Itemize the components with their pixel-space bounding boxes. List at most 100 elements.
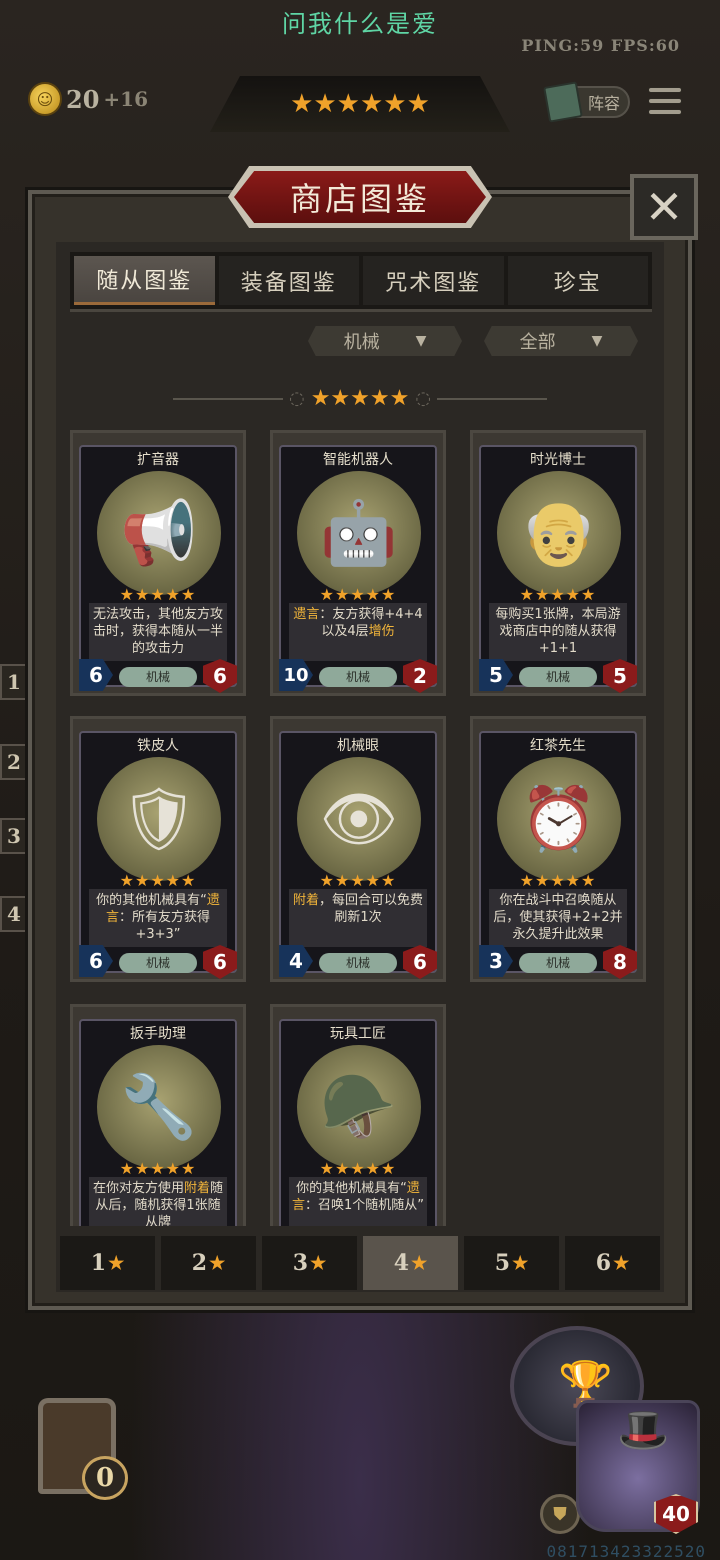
- minion-card[interactable]: 铁皮人 🛡 ★★★★★ 你的其他机械具有“遗言：所有友方获得+3+3” 6 机械…: [70, 716, 246, 982]
- card-description: 遗言：友方获得+4+4以及4层增伤: [289, 603, 427, 661]
- tavern-tier-bar: ★★★★★★: [210, 76, 510, 132]
- close-button[interactable]: ✕: [630, 174, 698, 240]
- codex-title-plate: 商店图鉴: [228, 166, 492, 228]
- card-name: 智能机器人: [323, 452, 393, 468]
- card-name: 玩具工匠: [330, 1026, 386, 1042]
- minion-card[interactable]: 智能机器人 🤖 ★★★★★ 遗言：友方获得+4+4以及4层增伤 10 机械 2: [270, 430, 446, 696]
- user-id: 081713423322520: [546, 1542, 706, 1560]
- tribe-filter-dropdown[interactable]: 机械 ▼: [308, 326, 462, 356]
- tab-minions[interactable]: 随从图鉴: [74, 256, 215, 305]
- all-filter-value: 全部: [519, 332, 556, 353]
- minion-card[interactable]: 红茶先生 ⏰ ★★★★★ 你在战斗中召唤随从后，使其获得+2+2并永久提升此效果…: [470, 716, 646, 982]
- card-art: 👁: [297, 757, 421, 881]
- coin-income: +16: [103, 87, 148, 111]
- card-art: ⏰: [497, 757, 621, 881]
- tribe-tag: 机械: [519, 667, 597, 687]
- star-tab-3[interactable]: 3 ★: [262, 1236, 357, 1290]
- card-name: 铁皮人: [137, 738, 179, 754]
- tier-stars: ★★★★★★: [290, 89, 430, 119]
- tin-man-icon: 🛡: [119, 782, 199, 855]
- chevron-down-icon: ▼: [591, 333, 603, 349]
- card-description: 附着，每回合可以免费刷新1次: [289, 889, 427, 947]
- card-name: 扩音器: [137, 452, 179, 468]
- chest-count: 0: [82, 1456, 128, 1500]
- codex-title: 商店图鉴: [289, 180, 430, 218]
- health-badge: 6: [203, 945, 237, 979]
- card-description: 在你对友方使用附着随从后，随机获得1张随从牌: [89, 1177, 227, 1226]
- side-slot-bar: 1 2 3 4: [0, 660, 28, 1240]
- side-slot[interactable]: 4: [0, 896, 28, 932]
- card-description: 你在战斗中召唤随从后，使其获得+2+2并永久提升此效果: [489, 889, 627, 947]
- minion-card[interactable]: 玩具工匠 🪖 ★★★★★ 你的其他机械具有“遗言：召唤1个随机随从”: [270, 1004, 446, 1226]
- shield-icon[interactable]: ⛊: [540, 1494, 580, 1534]
- divider: [437, 397, 548, 400]
- card-art: 🔧: [97, 1045, 221, 1169]
- star-tab-4[interactable]: 4 ★: [363, 1236, 458, 1290]
- star-icon: ★: [613, 1252, 630, 1274]
- treasure-chest-button[interactable]: 0: [8, 1398, 148, 1508]
- tab-spells[interactable]: 咒术图鉴: [363, 256, 504, 305]
- side-slot[interactable]: 3: [0, 818, 28, 854]
- menu-icon[interactable]: [648, 84, 682, 118]
- card-art: 📢: [97, 471, 221, 595]
- minion-card[interactable]: 扩音器 📢 ★★★★★ 无法攻击，其他友方攻击时，获得本随从一半的攻击力 6 机…: [70, 430, 246, 696]
- card-stars: ★★★★★: [119, 871, 197, 890]
- star-tab-6[interactable]: 6 ★: [565, 1236, 660, 1290]
- side-slot[interactable]: 2: [0, 744, 28, 780]
- book-icon: [543, 81, 583, 123]
- tribe-tag: 机械: [119, 667, 197, 687]
- codex-tabs: 随从图鉴 装备图鉴 咒术图鉴 珍宝: [70, 252, 652, 312]
- card-description: 你的其他机械具有“遗言：召唤1个随机随从”: [289, 1177, 427, 1226]
- lineup-label: 阵容: [587, 94, 620, 113]
- star-tab-2[interactable]: 2 ★: [161, 1236, 256, 1290]
- star-tier-tabs: 1 ★ 2 ★ 3 ★ 4 ★ 5 ★ 6 ★: [56, 1236, 664, 1290]
- player-title: 问我什么是爱: [282, 10, 438, 38]
- tab-treasures[interactable]: 珍宝: [507, 256, 648, 305]
- health-badge: 2: [403, 659, 437, 693]
- card-name: 时光博士: [530, 452, 586, 468]
- tribe-filter-value: 机械: [343, 332, 380, 353]
- lineup-button[interactable]: 阵容: [543, 81, 630, 123]
- star-icon: ★: [108, 1252, 125, 1274]
- tribe-tag: 机械: [319, 953, 397, 973]
- star-tab-5[interactable]: 5 ★: [464, 1236, 559, 1290]
- ping-fps-readout: PING:59 FPS:60: [521, 36, 680, 55]
- star-icon: ★: [411, 1252, 428, 1274]
- minion-card[interactable]: 扳手助理 🔧 ★★★★★ 在你对友方使用附着随从后，随机获得1张随从牌: [70, 1004, 246, 1226]
- card-stars: ★★★★★: [319, 1159, 397, 1178]
- star-icon: ★: [310, 1252, 327, 1274]
- health-badge: 8: [603, 945, 637, 979]
- minion-card[interactable]: 时光博士 👴 ★★★★★ 每购买1张牌，本局游戏商店中的随从获得+1+1 5 机…: [470, 430, 646, 696]
- tab-equipment[interactable]: 装备图鉴: [218, 256, 359, 305]
- health-badge: 6: [203, 659, 237, 693]
- star-icon: ★: [512, 1252, 529, 1274]
- card-art: 👴: [497, 471, 621, 595]
- card-name: 扳手助理: [130, 1026, 186, 1042]
- divider: [172, 397, 283, 400]
- robot-icon: 🤖: [320, 496, 398, 569]
- swirl-icon: ◌: [288, 388, 305, 409]
- card-stars: ★★★★★: [119, 585, 197, 604]
- card-stars: ★★★★★: [119, 1159, 197, 1178]
- minion-card[interactable]: 机械眼 👁 ★★★★★ 附着，每回合可以免费刷新1次 4 机械 6: [270, 716, 446, 982]
- health-badge: 5: [603, 659, 637, 693]
- tribe-tag: 机械: [319, 667, 397, 687]
- card-stars: ★★★★★: [519, 585, 597, 604]
- side-slot[interactable]: 1: [0, 664, 28, 700]
- swirl-icon: ◌: [415, 388, 432, 409]
- close-icon: ✕: [644, 180, 684, 234]
- tribe-tag: 机械: [119, 953, 197, 973]
- card-stars: ★★★★★: [519, 871, 597, 890]
- card-description: 你的其他机械具有“遗言：所有友方获得+3+3”: [89, 889, 227, 947]
- star-icon: ★: [209, 1252, 226, 1274]
- coin-icon: ☺: [28, 82, 62, 116]
- card-art: 🛡: [97, 757, 221, 881]
- all-filter-dropdown[interactable]: 全部 ▼: [484, 326, 638, 356]
- card-description: 每购买1张牌，本局游戏商店中的随从获得+1+1: [489, 603, 627, 661]
- card-description: 无法攻击，其他友方攻击时，获得本随从一半的攻击力: [89, 603, 227, 661]
- coin-counter: ☺ 20 +16: [28, 82, 148, 116]
- wrench-icon: 🔧: [120, 1070, 198, 1143]
- card-art: 🤖: [297, 471, 421, 595]
- star-tab-1[interactable]: 1 ★: [60, 1236, 155, 1290]
- tribe-tag: 机械: [519, 953, 597, 973]
